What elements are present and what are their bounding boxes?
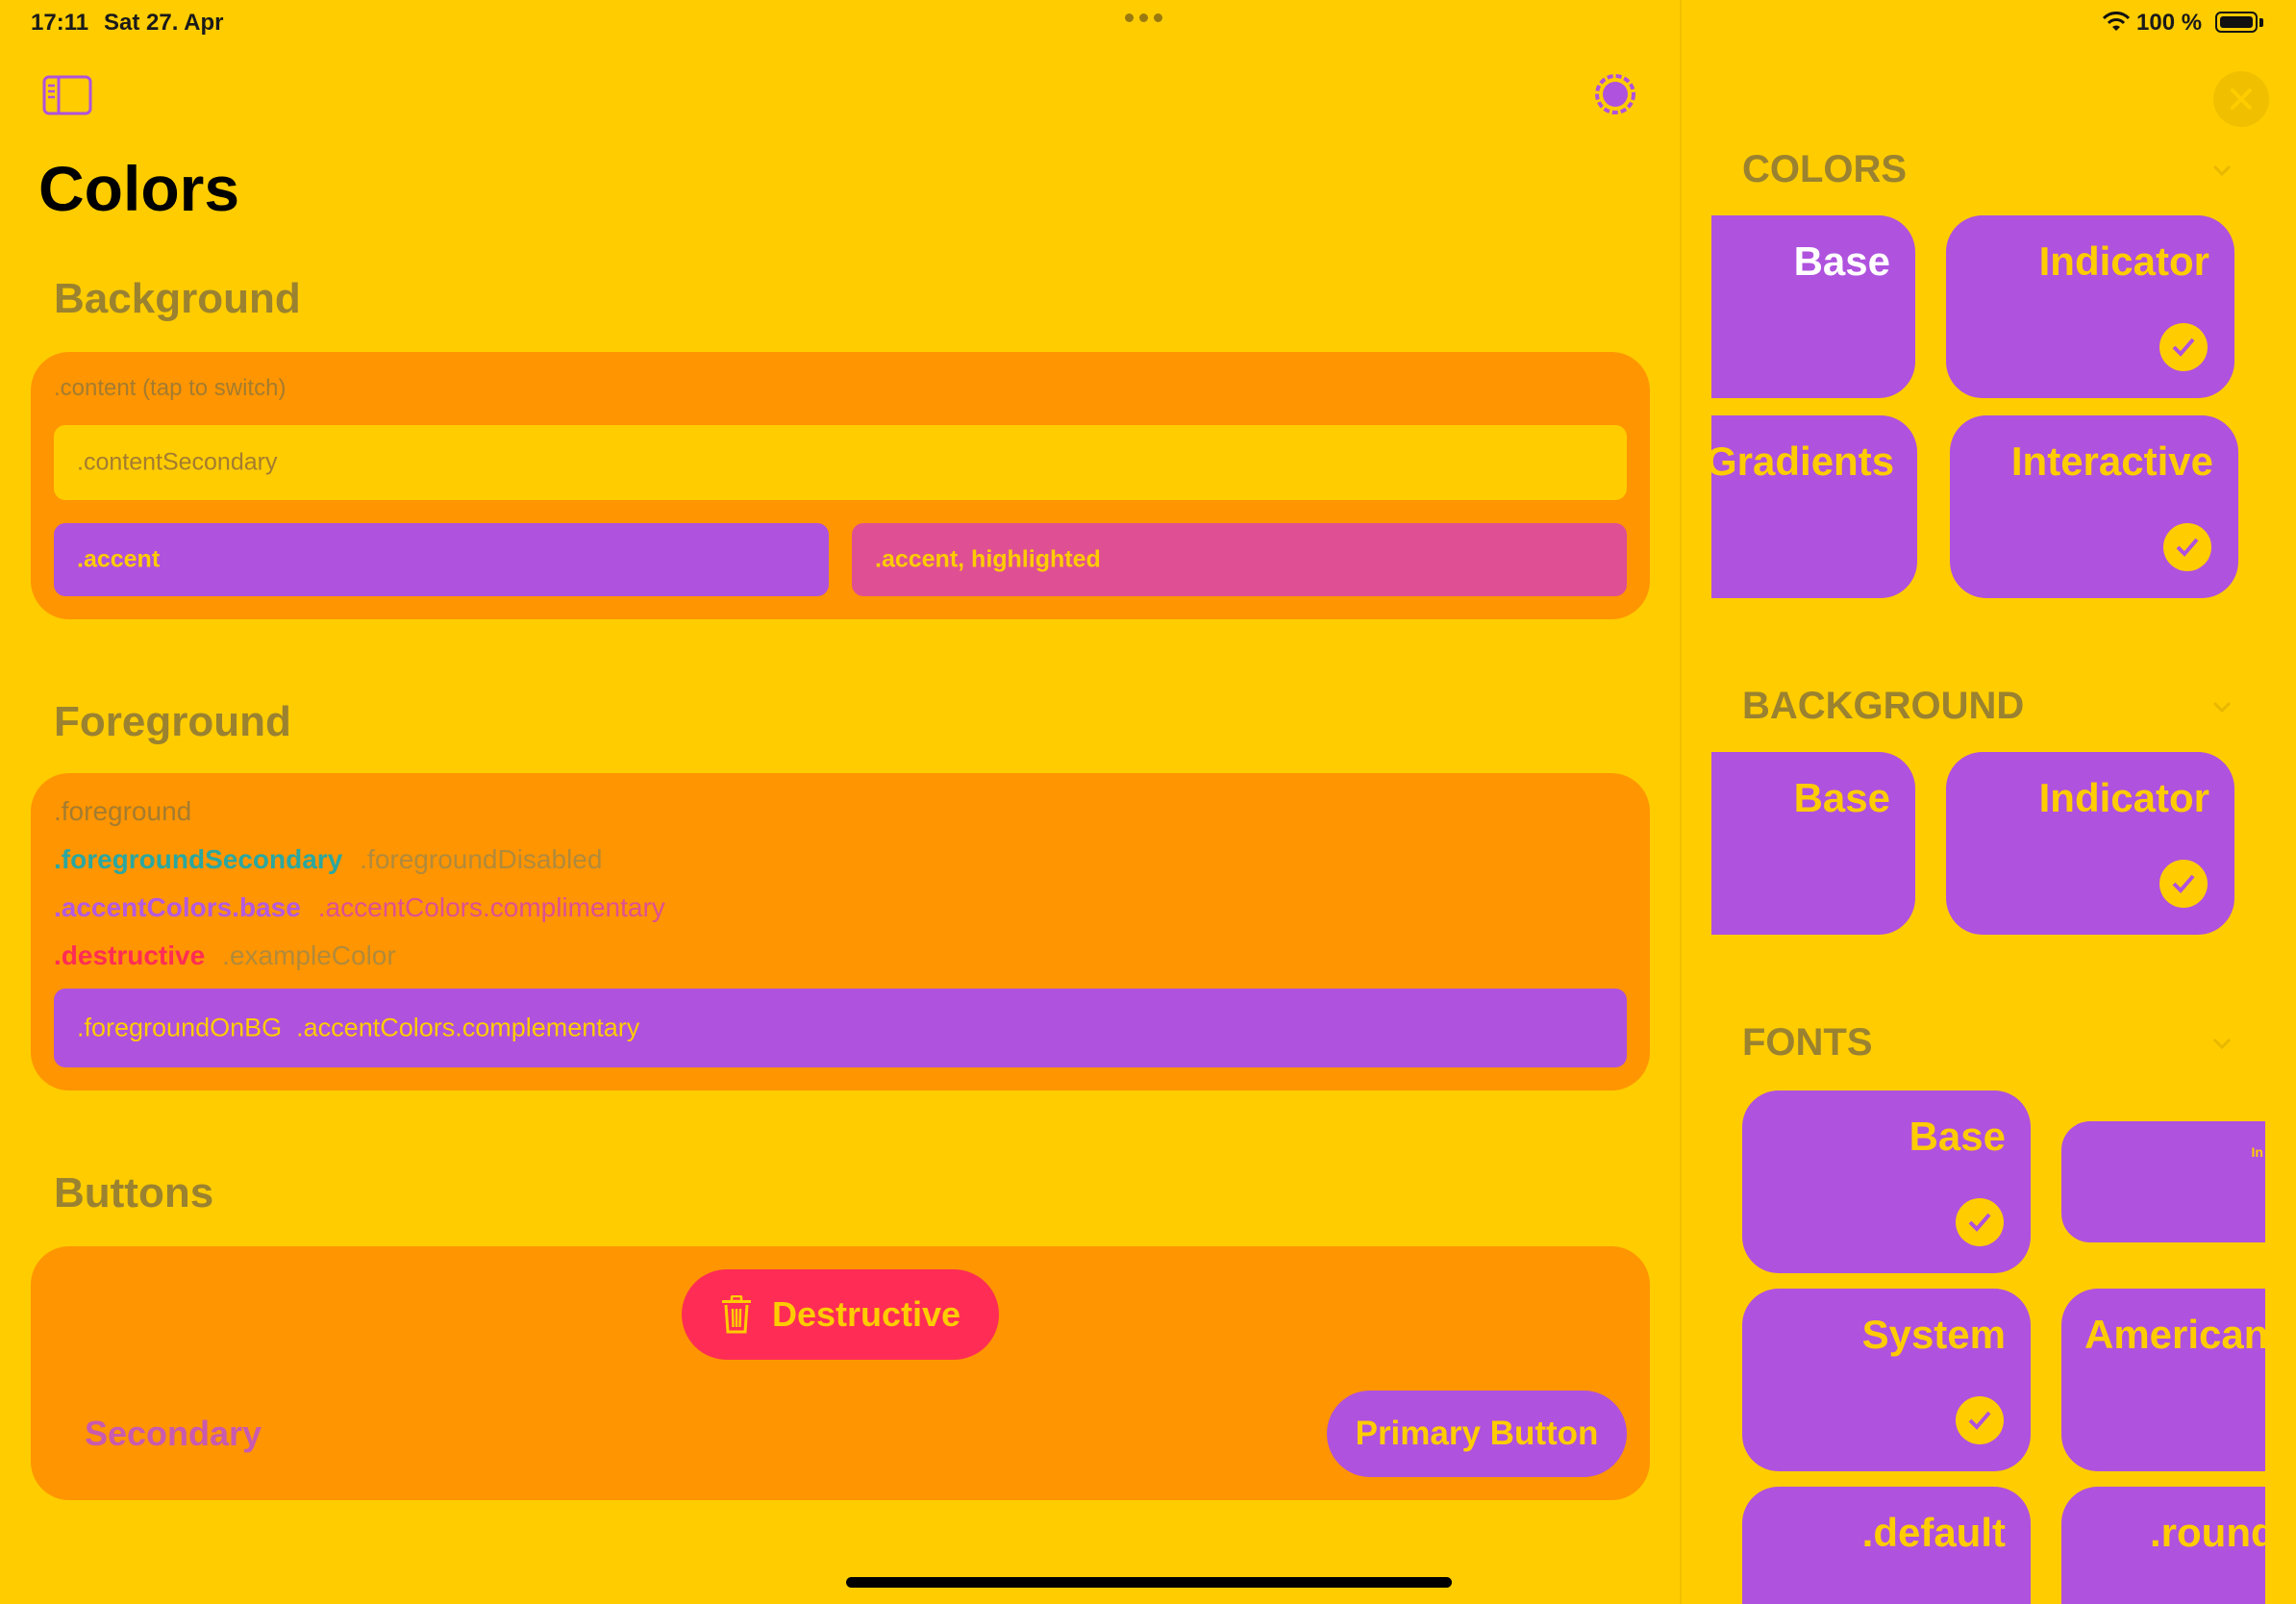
tile-label: Indicator [2038, 238, 2209, 284]
background-tile-base[interactable]: Base [1711, 752, 1915, 935]
accent-row: .accent [54, 523, 829, 596]
tile-label: Base [1909, 1114, 2006, 1159]
close-button[interactable] [2213, 71, 2269, 127]
accent-highlighted-label: .accent, highlighted [875, 545, 1101, 573]
section-title-buttons: Buttons [54, 1169, 214, 1216]
content-secondary-row: .contentSecondary [54, 425, 1627, 500]
checkmark-icon [2163, 523, 2211, 571]
split-divider[interactable] [1680, 0, 1682, 1604]
tile-label: Base [1793, 238, 1890, 284]
foreground-disabled-label: .foregroundDisabled [360, 844, 603, 874]
chevron-down-icon[interactable] [2211, 1033, 2233, 1054]
section-title-foreground: Foreground [54, 698, 291, 745]
destructive-button-label: Destructive [771, 1294, 961, 1334]
tile-label: Base [1793, 775, 1890, 820]
foreground-on-bg-line: .foregroundOnBG .accentColors.complement… [77, 1014, 639, 1043]
fonts-tile-american[interactable]: American [2061, 1289, 2265, 1471]
checkmark-icon [2159, 860, 2208, 908]
battery-icon [2215, 12, 2258, 33]
battery-percent: 100 % [2136, 10, 2203, 36]
sidebar-header-fonts[interactable]: FONTS [1742, 1021, 1873, 1065]
close-icon [2231, 88, 2252, 110]
sidebar-header-colors[interactable]: COLORS [1742, 148, 1907, 191]
destructive-button[interactable]: Destructive [682, 1269, 999, 1360]
home-indicator[interactable] [846, 1577, 1452, 1588]
tile-label: Indicator [2038, 775, 2209, 820]
tile-label: .default [1861, 1510, 2006, 1555]
foreground-line-2: .foregroundSecondary .foregroundDisabled [54, 844, 619, 875]
foreground-label: .foreground [54, 796, 192, 826]
tile-label: Interactive [2010, 439, 2213, 484]
chevron-down-icon[interactable] [2211, 160, 2233, 181]
checkmark-icon [1956, 1396, 2004, 1444]
on-bg-complementary-label: .accentColors.complementary [296, 1013, 640, 1042]
accent-highlighted-row: .accent, highlighted [852, 523, 1627, 596]
tile-label: System [1861, 1312, 2006, 1357]
page-title: Colors [38, 153, 240, 224]
tile-label: American [2084, 1312, 2265, 1357]
sidebar-header-background[interactable]: BACKGROUND [1742, 685, 2024, 728]
status-time: 17:11 [31, 10, 89, 36]
foreground-on-bg-row: .foregroundOnBG .accentColors.complement… [54, 989, 1627, 1067]
fonts-tile-round[interactable]: .round [2061, 1487, 2265, 1604]
example-color-label: .exampleColor [222, 940, 396, 970]
trash-icon [721, 1295, 751, 1334]
primary-button-label: Primary Button [1355, 1415, 1599, 1452]
colors-tile-base[interactable]: Base [1711, 215, 1915, 398]
wifi-icon [2102, 12, 2131, 31]
tile-label: Gradients [1711, 439, 1895, 484]
accent-complimentary-label: .accentColors.complimentary [317, 892, 665, 922]
colors-tile-interactive[interactable]: Interactive [1950, 415, 2238, 598]
destructive-label: .destructive [54, 940, 206, 970]
content-secondary-label: .contentSecondary [77, 448, 278, 476]
fonts-tile-indicator[interactable]: In [2061, 1121, 2265, 1242]
checkmark-icon [1956, 1198, 2004, 1246]
background-tile-indicator[interactable]: Indicator [1946, 752, 2234, 935]
primary-button[interactable]: Primary Button [1327, 1391, 1627, 1477]
foreground-on-bg-label: .foregroundOnBG [77, 1013, 283, 1042]
section-title-background: Background [54, 275, 301, 322]
foreground-line-4: .destructive .exampleColor [54, 940, 413, 971]
chevron-down-icon[interactable] [2211, 696, 2233, 717]
secondary-button[interactable]: Secondary [85, 1414, 262, 1454]
foreground-secondary-label: .foregroundSecondary [54, 844, 343, 874]
fonts-tile-base[interactable]: Base [1742, 1090, 2031, 1273]
accent-label: .accent [77, 545, 161, 573]
multitasking-dots-icon[interactable] [1125, 13, 1162, 22]
foreground-line-3: .accentColors.base .accentColors.complime… [54, 892, 683, 923]
accent-base-label: .accentColors.base [54, 892, 301, 922]
background-card[interactable]: .content (tap to switch) .contentSeconda… [31, 352, 1650, 619]
tile-label: .round [2150, 1510, 2265, 1555]
status-date: Sat 27. Apr [104, 10, 224, 36]
battery-tip [2259, 18, 2263, 27]
sidebar-toggle-icon[interactable] [42, 75, 92, 115]
tile-label: In [2251, 1144, 2263, 1160]
fonts-tile-system[interactable]: System [1742, 1289, 2031, 1471]
gear-badge-icon[interactable] [1592, 71, 1638, 117]
content-label: .content (tap to switch) [54, 375, 287, 401]
colors-tile-indicator[interactable]: Indicator [1946, 215, 2234, 398]
checkmark-icon [2159, 323, 2208, 371]
colors-tile-gradients[interactable]: Gradients [1711, 415, 1917, 598]
fonts-tile-default[interactable]: .default [1742, 1487, 2031, 1604]
